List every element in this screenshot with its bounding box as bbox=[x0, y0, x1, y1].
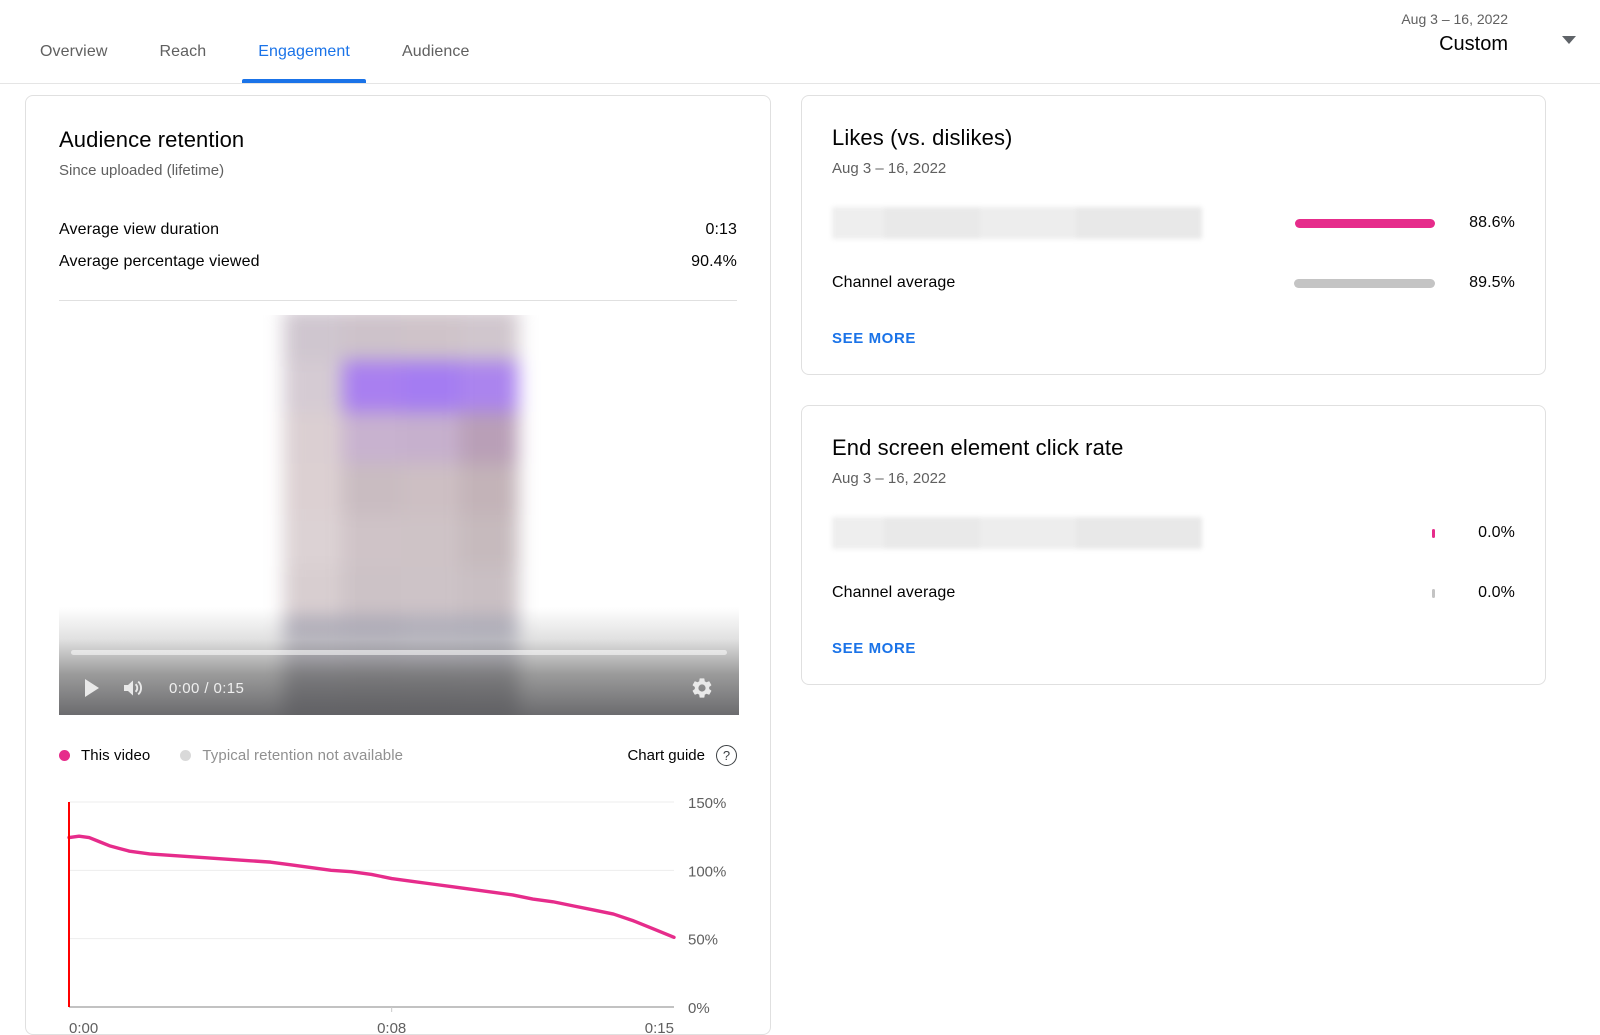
endscreen-see-more-button[interactable]: See more bbox=[832, 640, 916, 657]
metric-label-avg-view-duration: Average view duration bbox=[59, 221, 219, 239]
chevron-down-icon[interactable] bbox=[1562, 36, 1576, 44]
analytics-content: Audience retention Since uploaded (lifet… bbox=[0, 84, 1600, 1035]
tab-overview-label: Overview bbox=[40, 43, 107, 60]
likes-card-title: Likes (vs. dislikes) bbox=[832, 124, 1515, 152]
endscreen-row-channel-average: Channel average 0.0% bbox=[832, 576, 1515, 610]
redacted-video-title bbox=[832, 517, 1202, 549]
right-column: Likes (vs. dislikes) Aug 3 – 16, 2022 88… bbox=[801, 95, 1546, 1035]
left-column: Audience retention Since uploaded (lifet… bbox=[25, 95, 771, 1035]
video-thumbnail bbox=[284, 315, 519, 715]
endscreen-value-this-video: 0.0% bbox=[1441, 524, 1515, 542]
metric-value-avg-view-duration: 0:13 bbox=[705, 221, 737, 239]
retention-chart-svg: 0% 50% 100% 150% 0:00 0:08 0:15 bbox=[59, 790, 739, 1035]
video-time-display: 0:00 / 0:15 bbox=[169, 680, 244, 697]
date-range-text: Aug 3 – 16, 2022 Custom bbox=[1401, 8, 1508, 58]
likes-row-this-video-bar-area bbox=[1202, 219, 1441, 228]
metric-label-avg-percentage-viewed: Average percentage viewed bbox=[59, 253, 260, 271]
likes-value-this-video: 88.6% bbox=[1441, 214, 1515, 232]
endscreen-row-channel-average-bar-area bbox=[1202, 589, 1441, 598]
legend-label-this-video: This video bbox=[81, 747, 150, 764]
player-controls: 0:00 / 0:15 bbox=[59, 661, 739, 715]
retention-chart: 0% 50% 100% 150% 0:00 0:08 0:15 bbox=[59, 790, 739, 1035]
endscreen-card-subtitle: Aug 3 – 16, 2022 bbox=[832, 468, 1515, 490]
metric-row-avg-view-duration: Average view duration 0:13 bbox=[59, 214, 737, 246]
svg-text:0%: 0% bbox=[688, 1000, 710, 1017]
endscreen-bar-this-video bbox=[1432, 529, 1435, 538]
legend-label-typical-retention: Typical retention not available bbox=[202, 747, 403, 764]
likes-row-channel-average: Channel average 89.5% bbox=[832, 266, 1515, 300]
retention-metrics: Average view duration 0:13 Average perce… bbox=[59, 214, 737, 278]
likes-see-more-button[interactable]: See more bbox=[832, 330, 916, 347]
date-range-selector[interactable]: Aug 3 – 16, 2022 Custom bbox=[1401, 8, 1576, 58]
gear-icon[interactable] bbox=[683, 669, 721, 707]
svg-text:0:08: 0:08 bbox=[377, 1020, 406, 1035]
likes-row-this-video-label bbox=[832, 207, 1202, 239]
date-range-preset: Custom bbox=[1401, 30, 1508, 58]
legend-item-typical-retention: Typical retention not available bbox=[180, 747, 403, 764]
svg-text:100%: 100% bbox=[688, 863, 726, 880]
metric-value-avg-percentage-viewed: 90.4% bbox=[691, 253, 737, 271]
endscreen-row-channel-average-label: Channel average bbox=[832, 584, 1202, 602]
redacted-video-title bbox=[832, 207, 1202, 239]
date-range-dates: Aug 3 – 16, 2022 bbox=[1401, 8, 1508, 30]
metrics-divider bbox=[59, 300, 737, 301]
likes-card: Likes (vs. dislikes) Aug 3 – 16, 2022 88… bbox=[801, 95, 1546, 375]
chart-guide-label: Chart guide bbox=[627, 747, 705, 764]
chart-legend: This video Typical retention not availab… bbox=[59, 742, 737, 768]
tab-audience-label: Audience bbox=[402, 43, 470, 60]
svg-text:0:00: 0:00 bbox=[69, 1020, 98, 1035]
analytics-tab-bar: Overview Reach Engagement Audience Aug 3… bbox=[0, 0, 1600, 84]
likes-bar-this-video bbox=[1295, 219, 1435, 228]
tab-list: Overview Reach Engagement Audience bbox=[0, 0, 506, 83]
endscreen-value-channel-average: 0.0% bbox=[1441, 584, 1515, 602]
tab-overview[interactable]: Overview bbox=[24, 43, 123, 83]
likes-row-channel-average-bar-area bbox=[1202, 279, 1441, 288]
retention-subtitle: Since uploaded (lifetime) bbox=[59, 160, 737, 182]
metric-row-avg-percentage-viewed: Average percentage viewed 90.4% bbox=[59, 246, 737, 278]
play-icon[interactable] bbox=[73, 669, 111, 707]
retention-title: Audience retention bbox=[59, 126, 737, 154]
endscreen-card: End screen element click rate Aug 3 – 16… bbox=[801, 405, 1546, 685]
legend-dot-typical-retention-icon bbox=[180, 750, 191, 761]
endscreen-row-this-video-bar-area bbox=[1202, 529, 1441, 538]
video-player[interactable]: 0:00 / 0:15 bbox=[59, 315, 739, 715]
svg-text:50%: 50% bbox=[688, 932, 718, 949]
tab-engagement-label: Engagement bbox=[258, 43, 350, 60]
chart-guide-button[interactable]: Chart guide ? bbox=[627, 745, 737, 766]
likes-row-this-video: 88.6% bbox=[832, 206, 1515, 240]
endscreen-bar-channel-average bbox=[1432, 589, 1435, 598]
audience-retention-card: Audience retention Since uploaded (lifet… bbox=[25, 95, 771, 1035]
video-progress-bar[interactable] bbox=[71, 650, 727, 655]
tab-audience[interactable]: Audience bbox=[386, 43, 486, 83]
endscreen-row-this-video: 0.0% bbox=[832, 516, 1515, 550]
legend-item-this-video[interactable]: This video bbox=[59, 747, 150, 764]
likes-value-channel-average: 89.5% bbox=[1441, 274, 1515, 292]
tab-reach[interactable]: Reach bbox=[143, 43, 222, 83]
endscreen-card-title: End screen element click rate bbox=[832, 434, 1515, 462]
likes-bar-channel-average bbox=[1294, 279, 1435, 288]
svg-text:0:15: 0:15 bbox=[645, 1020, 674, 1035]
svg-text:150%: 150% bbox=[688, 795, 726, 812]
legend-dot-this-video-icon bbox=[59, 750, 70, 761]
help-circle-icon[interactable]: ? bbox=[716, 745, 737, 766]
endscreen-row-this-video-label bbox=[832, 517, 1202, 549]
tab-engagement[interactable]: Engagement bbox=[242, 43, 366, 83]
tab-reach-label: Reach bbox=[159, 43, 206, 60]
volume-icon[interactable] bbox=[115, 669, 153, 707]
likes-row-channel-average-label: Channel average bbox=[832, 274, 1202, 292]
likes-card-subtitle: Aug 3 – 16, 2022 bbox=[832, 158, 1515, 180]
